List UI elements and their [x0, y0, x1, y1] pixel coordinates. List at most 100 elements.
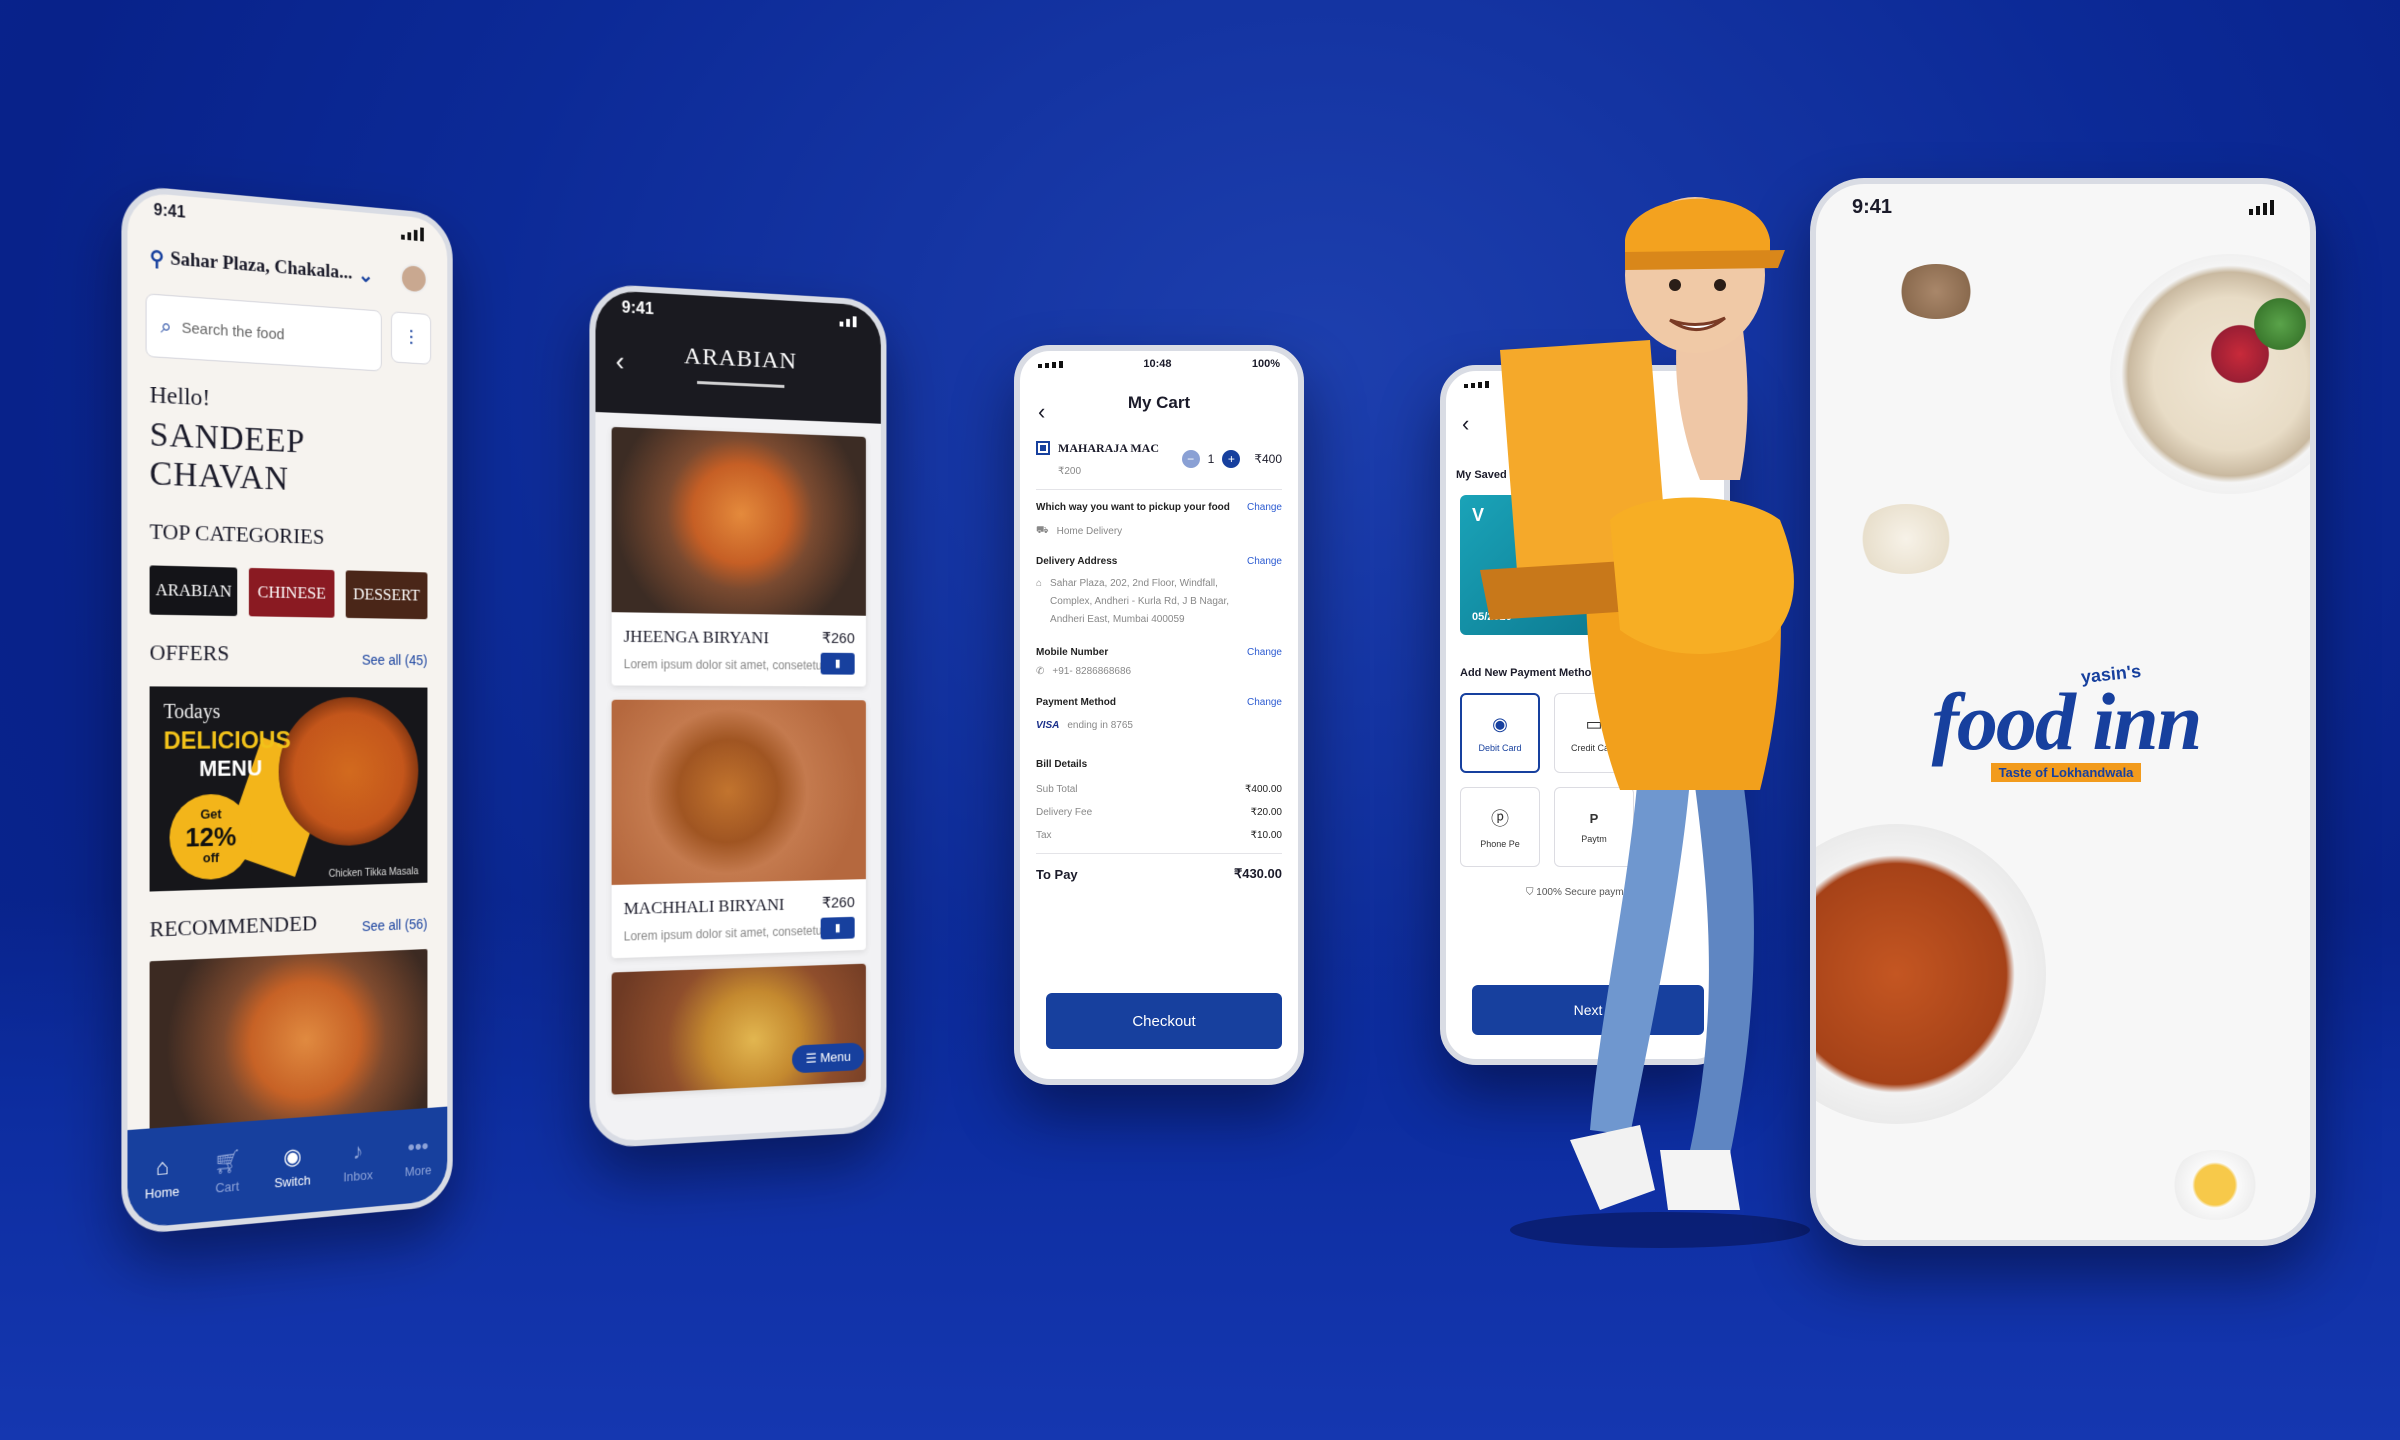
bill-value: ₹20.00: [1250, 807, 1282, 818]
bill-value: ₹10.00: [1250, 830, 1282, 841]
back-arrow-icon[interactable]: ‹: [616, 346, 625, 378]
tab-inbox[interactable]: ♪ Inbox: [343, 1137, 373, 1184]
quantity-value: 1: [1207, 452, 1215, 466]
more-icon: •••: [407, 1132, 429, 1159]
signal-icon: [401, 226, 424, 242]
payment-label: Payment Method: [1036, 697, 1117, 708]
category-title: ARABIAN: [684, 343, 798, 375]
add-to-cart-button[interactable]: ▮: [820, 916, 855, 940]
avatar[interactable]: [400, 262, 428, 295]
phone-cart-screen: 10:48 100% ‹ My Cart MAHARAJA MAC ₹200 −…: [1014, 345, 1304, 1085]
cart-icon: 🛒︎: [213, 1147, 241, 1175]
search-icon: ⌕: [160, 314, 172, 338]
recommended-see-all-link[interactable]: See all (56): [362, 916, 428, 934]
divider: [1036, 489, 1282, 490]
back-arrow-icon[interactable]: ‹: [1038, 399, 1045, 425]
address-section: Delivery Address Change: [1020, 556, 1298, 567]
status-time: 9:41: [153, 201, 186, 222]
dish-image: [611, 699, 866, 885]
sliders-icon: ⫶: [408, 325, 414, 351]
bill-label: Bill Details: [1036, 759, 1088, 770]
status-bar: 9:41: [1816, 184, 2310, 230]
title-underline: [697, 380, 785, 388]
offer-banner[interactable]: Todays DELICIOUS MENU Get 12% off Chicke…: [149, 686, 428, 892]
phone-home-screen: 9:41 ⚲ Sahar Plaza, Chakala... ⌄ ⌕ Searc…: [121, 184, 453, 1236]
address-value: Sahar Plaza, 202, 2nd Floor, Windfall, C…: [1050, 578, 1230, 625]
banner-line2: DELICIOUS: [163, 727, 291, 756]
dish-info: MACHHALI BIRYANI ₹260 Lorem ipsum dolor …: [612, 879, 866, 958]
bill-row: Sub Total ₹400.00: [1020, 784, 1298, 795]
change-mobile-link[interactable]: Change: [1247, 647, 1282, 658]
item-total: ₹400: [1254, 452, 1282, 466]
banner-caption: Chicken Tikka Masala: [328, 866, 419, 880]
pickup-value-row: ⛟ Home Delivery: [1020, 525, 1298, 538]
address-value-row: ⌂ Sahar Plaza, 202, 2nd Floor, Windfall, …: [1020, 575, 1298, 629]
dish-image: [611, 963, 866, 1095]
dish-name: JHEENGA BIRYANI: [623, 626, 769, 648]
dish-card[interactable]: MACHHALI BIRYANI ₹260 Lorem ipsum dolor …: [611, 699, 866, 959]
category-chinese[interactable]: CHINESE: [249, 567, 335, 618]
visa-icon: VISA: [1036, 720, 1060, 731]
phone-splash-screen: 9:41 yasin's food inn Taste of Lokhandwa…: [1810, 178, 2316, 1246]
phone-category-screen: 9:41 ‹ ARABIAN JHEENGA BIRYANI ₹260 Lore…: [589, 283, 887, 1149]
item-unit-price: ₹200: [1058, 466, 1082, 477]
logo-main-text: food inn: [1931, 676, 2203, 767]
decrement-button[interactable]: −: [1181, 450, 1200, 468]
bill-header: Bill Details: [1020, 759, 1298, 770]
quantity-stepper: − 1 + ₹400: [1181, 450, 1282, 468]
tab-switch[interactable]: ◉ Switch: [274, 1142, 310, 1190]
tab-home[interactable]: ⌂ Home: [145, 1152, 180, 1201]
location-text: Sahar Plaza, Chakala...: [170, 248, 353, 284]
banner-line1: Todays: [163, 700, 221, 724]
status-time: 10:48: [1143, 358, 1172, 370]
veg-indicator-icon: [1036, 441, 1050, 455]
to-pay-row: To Pay ₹430.00: [1020, 866, 1298, 882]
offers-header: OFFERS See all (45): [127, 614, 447, 668]
status-bar: 10:48 100%: [1020, 351, 1298, 377]
bill-row: Delivery Fee ₹20.00: [1020, 807, 1298, 818]
payment-section: Payment Method Change: [1020, 697, 1298, 708]
badge-bottom: off: [202, 850, 220, 866]
offers-see-all-link[interactable]: See all (45): [362, 652, 428, 668]
to-pay-value: ₹430.00: [1233, 866, 1282, 881]
dish-image: [611, 426, 866, 616]
tab-cart[interactable]: 🛒︎ Cart: [214, 1148, 241, 1196]
bill-value: ₹400.00: [1245, 784, 1282, 795]
item-name: MAHARAJA MAC: [1058, 441, 1159, 455]
bill-row: Tax ₹10.00: [1020, 830, 1298, 841]
checkout-button[interactable]: Checkout: [1046, 993, 1282, 1049]
menu-icon: ☰: [805, 1050, 821, 1066]
signal-icon: [1038, 360, 1063, 368]
divider: [1036, 853, 1282, 854]
add-to-cart-button[interactable]: ▮: [820, 652, 855, 675]
logo-tagline: Taste of Lokhandwala: [1990, 762, 2142, 782]
menu-button[interactable]: ☰ Menu: [792, 1042, 865, 1074]
filter-button[interactable]: ⫶: [391, 311, 432, 365]
curry-plate-image: [278, 696, 419, 848]
change-address-link[interactable]: Change: [1247, 556, 1282, 567]
dish-card[interactable]: JHEENGA BIRYANI ₹260 Lorem ipsum dolor s…: [611, 426, 866, 687]
increment-button[interactable]: +: [1222, 450, 1241, 468]
category-arabian[interactable]: ARABIAN: [149, 565, 238, 617]
change-pickup-link[interactable]: Change: [1247, 502, 1282, 513]
category-dessert[interactable]: DESSERT: [345, 570, 428, 620]
house-icon: ⌂: [1036, 578, 1043, 589]
banner-line3: MENU: [199, 755, 263, 782]
signal-icon: [839, 315, 857, 327]
change-payment-link[interactable]: Change: [1247, 697, 1282, 708]
top-categories-label: TOP CATEGORIES: [149, 518, 325, 549]
offers-title: OFFERS: [149, 639, 230, 666]
mobile-label: Mobile Number: [1036, 647, 1109, 658]
dish-price: ₹260: [821, 629, 855, 648]
dish-card[interactable]: [611, 963, 866, 1095]
battery-level: 100%: [1251, 358, 1280, 370]
pickup-section: Which way you want to pickup your food C…: [1020, 502, 1298, 513]
tab-inbox-label: Inbox: [343, 1166, 373, 1185]
tab-more[interactable]: ••• More: [405, 1133, 432, 1179]
tab-home-label: Home: [144, 1182, 180, 1202]
home-icon: ⌂: [155, 1153, 169, 1180]
payment-value-row: VISA ending in 8765: [1020, 720, 1298, 731]
bill-key: Tax: [1036, 830, 1052, 841]
recommended-header: RECOMMENDED See all (56): [127, 882, 447, 944]
pickup-value: Home Delivery: [1056, 526, 1123, 537]
